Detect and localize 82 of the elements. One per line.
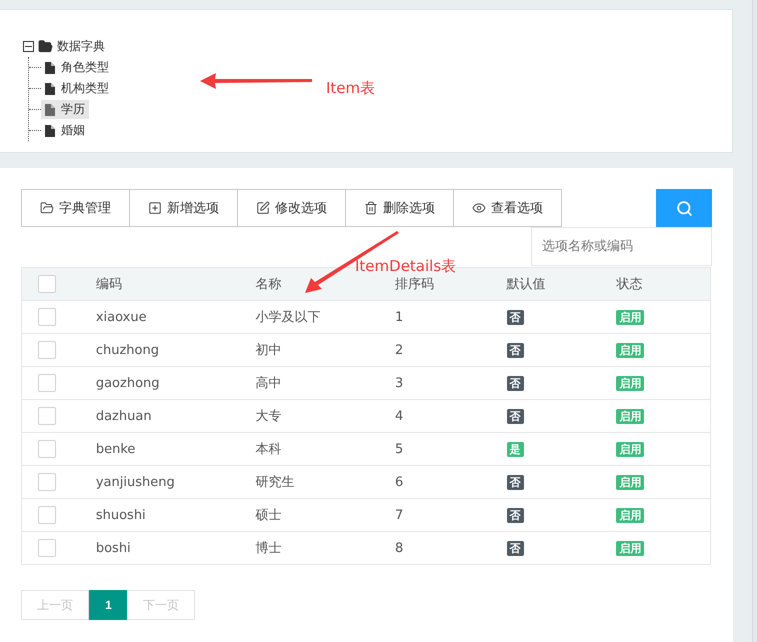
- table-cell: 小学及以下: [256, 310, 321, 325]
- column-header: 状态: [616, 277, 642, 292]
- search-button[interactable]: [656, 189, 712, 227]
- file-icon: [45, 62, 55, 74]
- toolbar-button[interactable]: 修改选项: [237, 189, 346, 227]
- default-badge: 否: [506, 342, 524, 358]
- page-button[interactable]: 1: [89, 590, 128, 620]
- row-checkbox[interactable]: [38, 473, 56, 491]
- default-badge: 否: [506, 376, 524, 390]
- status-badge: 启用: [616, 310, 644, 324]
- column-header: 排序码: [395, 277, 434, 292]
- table-cell: shuoshi: [96, 508, 146, 522]
- table-cell: 硕士: [256, 508, 282, 523]
- column-header: 名称: [256, 277, 282, 292]
- row-checkbox[interactable]: [38, 407, 56, 425]
- annotation-label: ItemDetails表: [355, 257, 456, 276]
- table-cell: 4: [395, 408, 404, 424]
- table-cell: chuzhong: [96, 342, 159, 358]
- tree-item[interactable]: 学历: [41, 100, 89, 119]
- status-badge: 启用: [616, 508, 644, 522]
- column-header: 编码: [96, 277, 122, 292]
- table-cell: 本科: [256, 442, 282, 457]
- default-badge: 否: [506, 310, 524, 324]
- table-cell: 初中: [256, 343, 282, 358]
- minus-icon: [25, 43, 32, 50]
- default-badge: 否: [506, 408, 524, 424]
- edit-icon: [256, 201, 270, 215]
- row-checkbox[interactable]: [38, 308, 56, 326]
- table-cell: 高中: [256, 376, 282, 391]
- default-badge: 是: [506, 442, 524, 456]
- status-badge: 启用: [616, 474, 644, 490]
- toolbar-button[interactable]: 查看选项: [453, 189, 562, 227]
- table-cell: 7: [395, 508, 404, 522]
- table-cell: yanjiusheng: [96, 474, 175, 490]
- table-cell: 6: [395, 474, 404, 490]
- file-icon: [45, 124, 55, 136]
- table-cell: xiaoxue: [96, 310, 147, 324]
- row-checkbox[interactable]: [38, 341, 56, 359]
- table-cell: 5: [395, 442, 404, 456]
- status-badge: 启用: [616, 376, 644, 390]
- toolbar-button[interactable]: 新增选项: [129, 189, 238, 227]
- table-cell: gaozhong: [96, 376, 160, 390]
- search-field[interactable]: 选项名称或编码: [531, 227, 712, 266]
- table-cell: boshi: [96, 540, 131, 556]
- eye-icon: [472, 201, 486, 215]
- toolbar-button[interactable]: 删除选项: [345, 189, 454, 227]
- status-badge: 启用: [616, 540, 644, 556]
- toolbar-button[interactable]: 字典管理: [21, 189, 130, 227]
- tree-item[interactable]: 婚姻: [41, 121, 89, 140]
- default-badge: 否: [506, 508, 524, 522]
- status-badge: 启用: [616, 408, 644, 424]
- default-badge: 否: [506, 540, 524, 556]
- tree-root-label[interactable]: 数据字典: [57, 38, 105, 55]
- trash-icon: [364, 201, 378, 215]
- search-icon: [676, 200, 692, 216]
- table-cell: 研究生: [256, 475, 295, 490]
- row-checkbox[interactable]: [38, 506, 56, 524]
- column-header: 默认值: [506, 277, 546, 292]
- row-checkbox[interactable]: [38, 374, 56, 392]
- table-cell: 博士: [256, 541, 282, 556]
- table-cell: benke: [96, 442, 136, 456]
- plus-icon: [148, 201, 162, 215]
- select-all-checkbox[interactable]: [38, 275, 56, 293]
- file-icon: [45, 104, 55, 116]
- row-checkbox[interactable]: [38, 539, 56, 557]
- table-cell: 3: [395, 376, 404, 390]
- folder-icon: [38, 39, 53, 54]
- default-badge: 否: [506, 474, 524, 490]
- tree-item[interactable]: 角色类型: [41, 58, 113, 77]
- folder-icon: [40, 201, 54, 215]
- table-cell: 1: [395, 310, 404, 324]
- file-icon: [45, 82, 55, 94]
- tree-item[interactable]: 机构类型: [41, 79, 113, 98]
- status-badge: 启用: [616, 442, 644, 456]
- table-cell: 大专: [256, 409, 282, 424]
- status-badge: 启用: [616, 342, 644, 358]
- table-cell: 8: [395, 540, 404, 556]
- table-cell: 2: [395, 342, 404, 358]
- collapse-toggle[interactable]: [23, 41, 34, 52]
- row-checkbox[interactable]: [38, 440, 56, 458]
- annotation-label: Item表: [326, 79, 376, 98]
- table-cell: dazhuan: [96, 408, 152, 424]
